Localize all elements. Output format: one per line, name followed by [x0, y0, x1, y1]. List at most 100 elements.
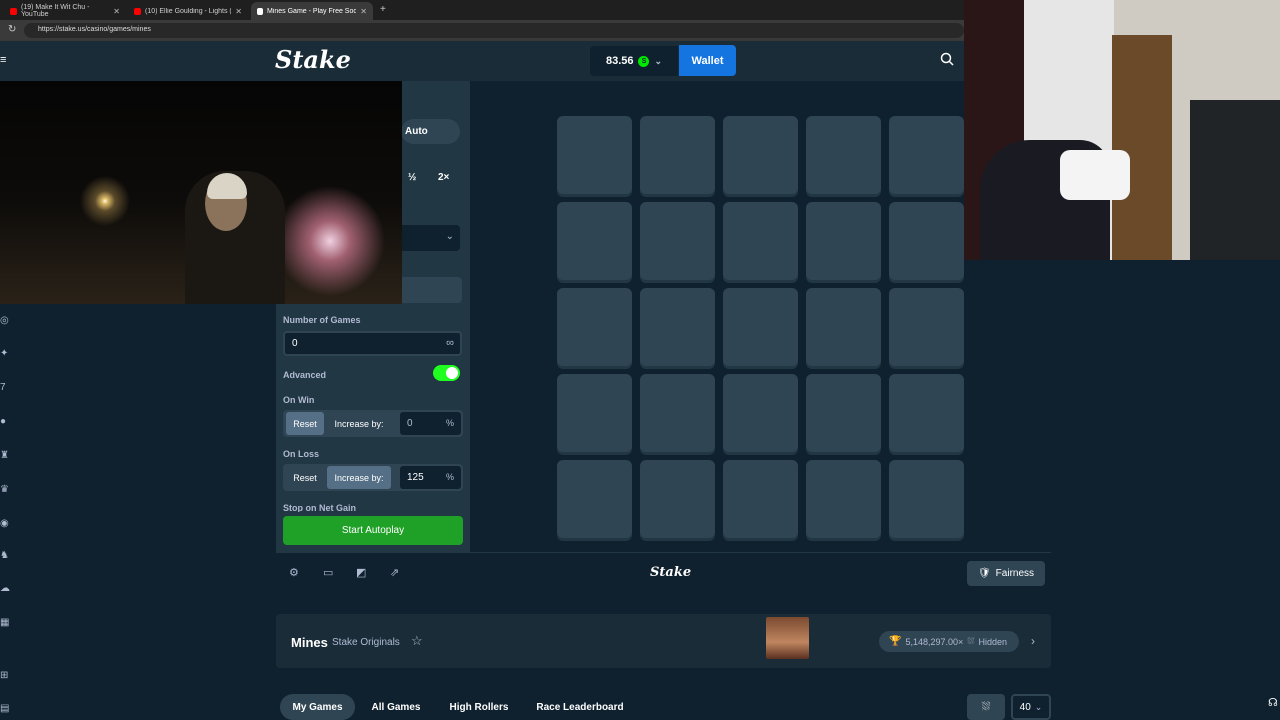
balance-display[interactable]: 83.56 S ⌄ — [590, 46, 678, 76]
mine-tile[interactable] — [723, 288, 798, 366]
gems-field — [401, 277, 462, 303]
mine-tile[interactable] — [557, 202, 632, 280]
close-icon[interactable]: ✕ — [235, 7, 242, 16]
mine-tile[interactable] — [723, 374, 798, 452]
reload-icon[interactable]: ↻ — [8, 24, 16, 35]
wallet-button[interactable]: Wallet — [679, 45, 736, 76]
mine-tile[interactable] — [723, 116, 798, 194]
gift-icon[interactable]: ⊞ — [0, 671, 10, 681]
mine-tile[interactable] — [889, 202, 964, 280]
youtube-icon — [134, 7, 141, 15]
settings-icon[interactable]: ⚙ — [289, 567, 301, 579]
number-of-games-label: Number of Games — [283, 315, 361, 325]
top-player-avatar[interactable] — [766, 617, 809, 659]
tab-all-games[interactable]: All Games — [360, 694, 432, 720]
mine-tile[interactable] — [806, 116, 881, 194]
theatre-mode-icon[interactable]: ▭ — [323, 567, 335, 579]
browser-tab-stake[interactable]: Mines Game - Play Free Social Ca ✕ — [251, 2, 373, 20]
close-icon[interactable]: ✕ — [360, 7, 367, 16]
shield-icon: 🛡 — [977, 568, 991, 579]
start-autoplay-button[interactable]: Start Autoplay — [283, 516, 463, 545]
mine-tile[interactable] — [557, 288, 632, 366]
incognito-filter-button[interactable]: ⛆ — [967, 694, 1005, 720]
chevron-right-icon[interactable]: › — [1031, 634, 1035, 648]
grid-icon[interactable]: ▦ — [0, 618, 10, 628]
menu-icon[interactable]: ≡ — [0, 54, 6, 66]
mine-tile[interactable] — [723, 460, 798, 538]
tab-high-rollers[interactable]: High Rollers — [440, 694, 518, 720]
number-of-games-input[interactable]: 0 ∞ — [283, 331, 462, 356]
mine-tile[interactable] — [889, 288, 964, 366]
browser-tab-ellie[interactable]: (10) Ellie Goulding - Lights (Bassn ✕ — [128, 2, 248, 20]
mine-tile[interactable] — [557, 374, 632, 452]
tab-race-leaderboard[interactable]: Race Leaderboard — [526, 694, 634, 720]
number-of-games-value: 0 — [292, 338, 298, 349]
new-tab-button[interactable]: + — [380, 4, 386, 15]
mine-tile[interactable] — [640, 116, 715, 194]
mine-tile[interactable] — [806, 202, 881, 280]
mine-tile[interactable] — [889, 460, 964, 538]
search-icon[interactable] — [940, 52, 954, 69]
stake-footer-logo: Stake — [650, 565, 692, 580]
mine-tile[interactable] — [557, 460, 632, 538]
coin-icon: S — [638, 55, 650, 67]
mines-count-select[interactable]: ⌄ — [401, 225, 460, 251]
on-loss-increase-button[interactable]: Increase by: — [327, 466, 391, 489]
infinity-icon[interactable]: ∞ — [446, 337, 454, 349]
mine-tile[interactable] — [806, 374, 881, 452]
on-win-value: 0 — [407, 418, 413, 429]
game-subtitle[interactable]: Stake Originals — [332, 637, 400, 648]
mine-tile[interactable] — [640, 202, 715, 280]
document-icon[interactable]: ▤ — [0, 704, 10, 714]
stop-on-net-gain-label: Stop on Net Gain — [283, 503, 356, 512]
slots-icon[interactable]: 7 — [0, 383, 10, 393]
mine-tile[interactable] — [806, 288, 881, 366]
on-loss-value: 125 — [407, 472, 424, 483]
live-casino-icon[interactable]: ♜ — [0, 451, 10, 461]
sparkle-icon[interactable]: ✦ — [0, 349, 10, 359]
mine-tile[interactable] — [640, 460, 715, 538]
fairness-button[interactable]: 🛡 Fairness — [967, 561, 1045, 586]
stake-logo[interactable]: Stake — [275, 45, 351, 74]
page-size-select[interactable]: 40 ⌄ — [1011, 694, 1051, 720]
casino-icon[interactable]: ◎ — [0, 316, 10, 326]
on-win-reset-button[interactable]: Reset — [286, 412, 324, 435]
popout-icon[interactable]: ⇗ — [390, 567, 402, 579]
webcam-coat — [1190, 100, 1280, 260]
incognito-icon: ⛆ — [967, 636, 975, 646]
close-icon[interactable]: ✕ — [113, 7, 120, 16]
half-bet-button[interactable]: ½ — [408, 172, 416, 183]
double-bet-button[interactable]: 2× — [438, 172, 449, 183]
tab-my-games[interactable]: My Games — [280, 694, 355, 720]
on-win-value-input[interactable]: 0 % — [400, 412, 461, 435]
on-win-increase-button[interactable]: Increase by: — [327, 412, 391, 435]
support-icon[interactable]: ☊ — [1268, 696, 1278, 709]
publisher-icon[interactable]: ☁ — [0, 584, 10, 594]
mine-tile[interactable] — [723, 202, 798, 280]
tab-title: (10) Ellie Goulding - Lights (Bassn — [145, 7, 231, 15]
browser-tab-youtube[interactable]: (19) Make It Wit Chu - YouTube ✕ — [4, 2, 126, 20]
mine-tile[interactable] — [806, 460, 881, 538]
fairness-label: Fairness — [995, 568, 1035, 579]
fire-icon[interactable]: ● — [0, 417, 10, 427]
incognito-icon: ⛆ — [981, 700, 991, 713]
record-multiplier-badge[interactable]: 🏆 5,148,297.00× ⛆ Hidden — [879, 631, 1019, 652]
mine-tile[interactable] — [640, 374, 715, 452]
crown-icon[interactable]: ♛ — [0, 485, 10, 495]
game-shows-icon[interactable]: ♞ — [0, 551, 10, 561]
tab-title: (19) Make It Wit Chu - YouTube — [21, 4, 90, 18]
tab-auto[interactable]: Auto — [401, 119, 460, 144]
advanced-toggle[interactable] — [433, 365, 460, 381]
mine-tile[interactable] — [889, 116, 964, 194]
mine-tile[interactable] — [557, 116, 632, 194]
originals-icon[interactable]: ◉ — [0, 519, 10, 529]
on-loss-value-input[interactable]: 125 % — [400, 466, 461, 489]
star-icon[interactable]: ☆ — [411, 633, 423, 649]
stats-icon[interactable]: ◩ — [356, 567, 368, 579]
on-loss-reset-button[interactable]: Reset — [286, 466, 324, 489]
url-field[interactable]: https://stake.us/casino/games/mines — [24, 23, 964, 38]
chevron-down-icon: ⌄ — [445, 231, 454, 242]
mine-tile[interactable] — [889, 374, 964, 452]
stake-favicon-icon — [257, 7, 263, 15]
mine-tile[interactable] — [640, 288, 715, 366]
